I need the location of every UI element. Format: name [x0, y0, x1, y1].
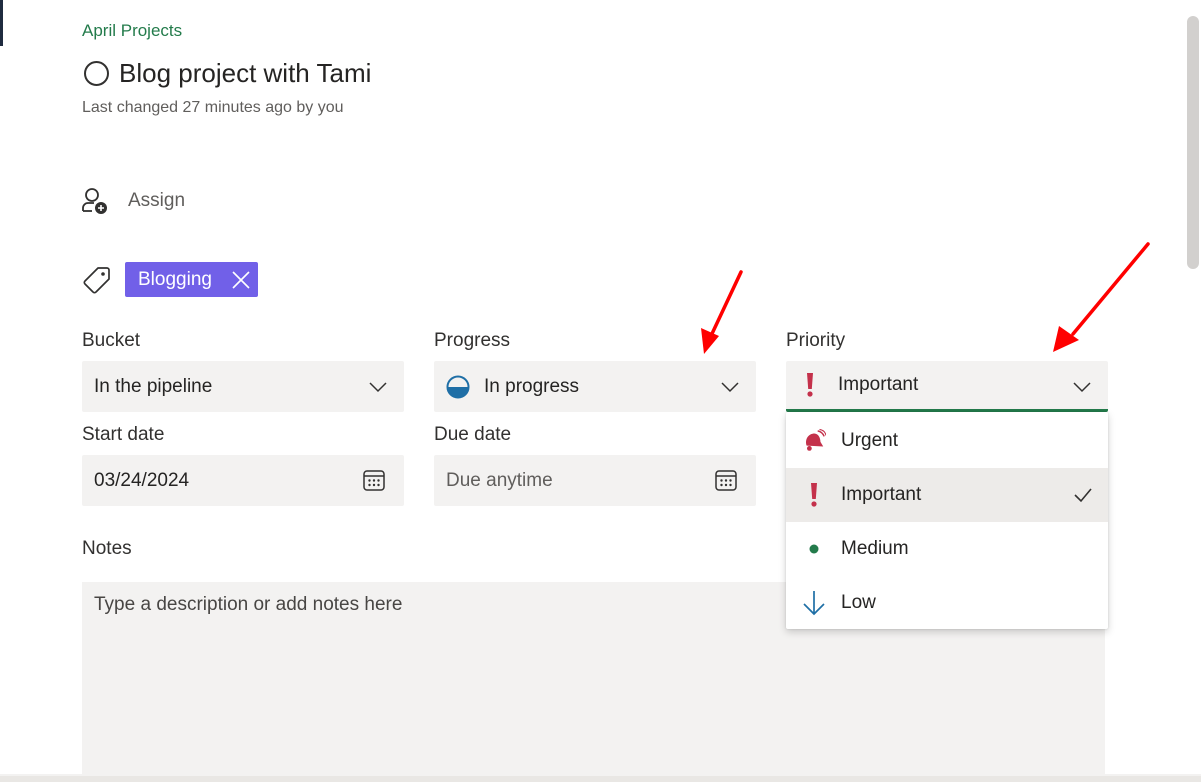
dot-icon	[802, 535, 826, 563]
label-chip-text: Blogging	[138, 268, 212, 290]
priority-label: Priority	[786, 330, 846, 351]
chevron-down-icon	[369, 382, 387, 393]
priority-option-medium[interactable]: Medium	[786, 522, 1108, 576]
task-title-row: Blog project with Tami	[84, 58, 371, 89]
assign-button[interactable]: Assign	[80, 186, 185, 216]
half-circle-progress-icon	[446, 375, 470, 398]
annotation-arrow-progress	[701, 270, 743, 354]
start-date-field[interactable]: 03/24/2024	[82, 455, 404, 506]
bell-urgent-icon	[802, 427, 826, 455]
task-details-dialog: April Projects Blog project with Tami La…	[0, 0, 1201, 782]
labels-row: Blogging	[82, 262, 258, 297]
exclamation-icon	[807, 373, 813, 397]
bucket-select[interactable]: In the pipeline	[82, 361, 404, 412]
progress-select[interactable]: In progress	[434, 361, 756, 412]
tag-icon	[83, 266, 110, 294]
project-name[interactable]: April Projects	[82, 21, 182, 41]
notes-label: Notes	[82, 538, 132, 559]
exclamation-icon	[802, 481, 826, 509]
last-changed-text: Last changed 27 minutes ago by you	[82, 99, 344, 116]
due-date-label: Due date	[434, 424, 512, 445]
complete-task-checkbox[interactable]	[84, 61, 109, 86]
progress-label: Progress	[434, 330, 511, 351]
priority-option-low[interactable]: Low	[786, 576, 1108, 630]
label-chip-blogging[interactable]: Blogging	[125, 262, 258, 297]
priority-option-label: Urgent	[841, 430, 899, 451]
arrow-down-icon	[802, 589, 826, 617]
add-person-icon	[82, 188, 107, 214]
annotation-arrow-priority	[1053, 242, 1150, 352]
bucket-value: In the pipeline	[94, 375, 213, 397]
scrollbar[interactable]	[1185, 0, 1201, 776]
calendar-icon[interactable]	[362, 468, 386, 492]
background-edge	[0, 0, 3, 46]
priority-value: Important	[838, 374, 919, 395]
start-date-value: 03/24/2024	[94, 469, 190, 491]
calendar-icon[interactable]	[714, 468, 738, 492]
remove-label-icon[interactable]	[230, 269, 252, 291]
priority-dropdown-menu: Urgent Important Medium Low	[786, 412, 1108, 629]
background-edge	[0, 776, 1201, 782]
chevron-down-icon	[1073, 382, 1091, 393]
due-date-placeholder: Due anytime	[446, 469, 553, 491]
priority-option-urgent[interactable]: Urgent	[786, 414, 1108, 468]
checkmark-icon	[1074, 488, 1092, 503]
priority-select[interactable]: Important	[786, 361, 1108, 412]
bucket-label: Bucket	[82, 330, 141, 351]
progress-value: In progress	[484, 375, 580, 397]
priority-option-important[interactable]: Important	[786, 468, 1108, 522]
scrollbar-thumb[interactable]	[1187, 16, 1199, 269]
priority-option-label: Low	[841, 592, 876, 613]
priority-option-label: Important	[841, 484, 922, 505]
notes-placeholder: Type a description or add notes here	[94, 594, 403, 615]
start-date-label: Start date	[82, 424, 165, 445]
task-title[interactable]: Blog project with Tami	[119, 58, 371, 89]
priority-option-label: Medium	[841, 538, 909, 559]
assign-label: Assign	[128, 190, 186, 211]
due-date-field[interactable]: Due anytime	[434, 455, 756, 506]
chevron-down-icon	[721, 382, 739, 393]
